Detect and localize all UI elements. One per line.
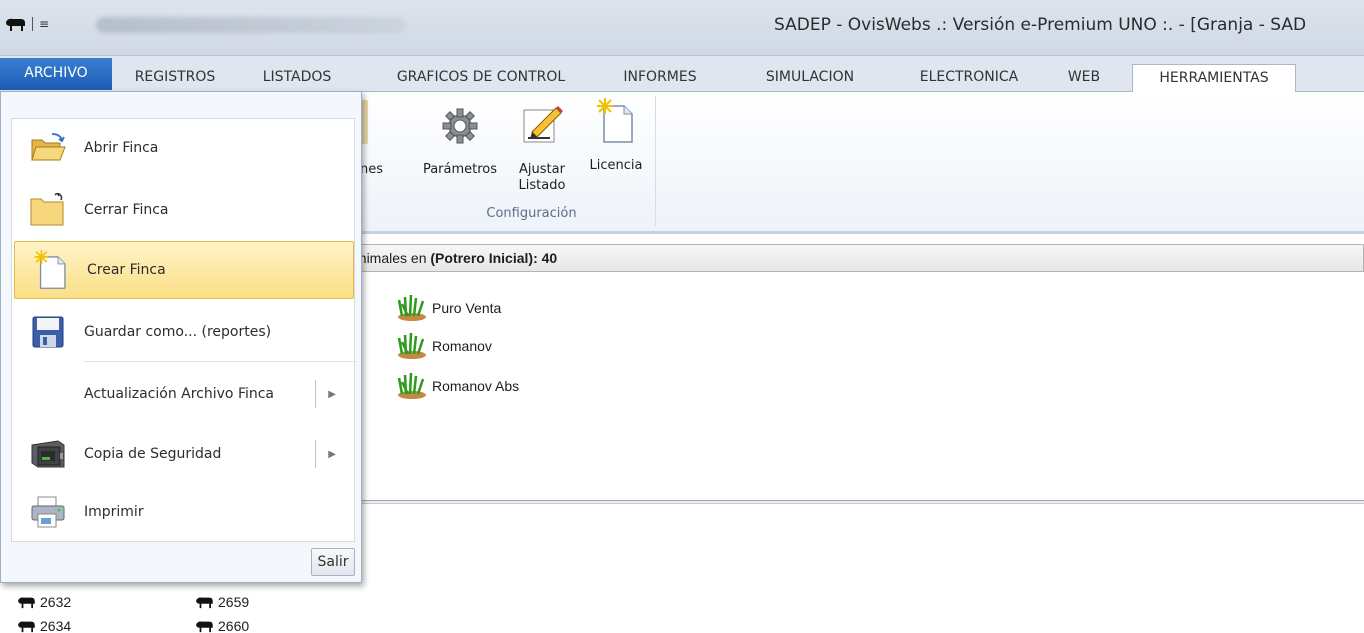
new-document-icon [15,250,87,290]
licencia-button[interactable]: Licencia [583,98,649,174]
grass-icon [397,294,426,321]
sheep-icon[interactable] [4,16,26,32]
pasture-item[interactable]: Romanov Abs [396,372,519,400]
animal-label: 2660 [218,618,250,633]
pasture-label: Romanov [432,338,492,354]
salir-button[interactable]: Salir [311,548,355,576]
animal-label: 2634 [40,618,72,633]
submenu-arrow[interactable]: ▶ [315,380,336,408]
ribbon-group-label: Configuración [486,206,577,221]
tab-herramientas[interactable]: HERRAMIENTAS [1132,64,1296,92]
licencia-label: Licencia [589,158,643,173]
pasture-label: Puro Venta [432,300,502,316]
archivo-menu-items: Abrir Finca Cerrar Finca Crear Finca Gua… [11,118,356,542]
sheep-icon [18,597,35,609]
menu-item-label: Imprimir [84,504,144,520]
grass-icon [397,372,426,399]
safe-icon [12,439,84,469]
tab-listados[interactable]: LISTADOS [244,64,350,92]
menu-item-copia-de-seguridad[interactable]: Copia de Seguridad ▶ [12,425,356,483]
tab-registros[interactable]: REGISTROS [122,64,228,92]
tab-simulacion[interactable]: SIMULACION [740,64,880,92]
open-folder-icon [12,132,84,164]
sheep-icon [18,621,35,633]
menu-item-crear-finca[interactable]: Crear Finca [14,241,354,299]
customize-toolbar-icon[interactable]: ≡ [39,17,49,31]
menu-item-guardar-como[interactable]: Guardar como... (reportes) [12,303,356,361]
parametros-label: Parámetros [422,162,498,177]
info-prefix: animales en [351,250,431,266]
title-bar: ≡ SADEP - OvisWebs .: Versión e-Premium … [0,0,1364,56]
blurred-path [96,17,406,33]
parametros-button[interactable]: Parámetros [419,102,501,178]
archivo-menu: Abrir Finca Cerrar Finca Crear Finca Gua… [0,91,362,583]
pencil-edit-icon [523,106,563,143]
tab-archivo[interactable]: ARCHIVO [0,58,112,90]
menu-item-cerrar-finca[interactable]: Cerrar Finca [12,181,356,239]
separator-icon [32,17,33,31]
menu-item-label: Crear Finca [87,262,166,278]
animal-item[interactable]: 2634 [16,618,71,633]
window-title: SADEP - OvisWebs .: Versión e-Premium UN… [774,15,1307,35]
menu-item-label: Copia de Seguridad [84,446,222,462]
chevron-right-icon: ▶ [328,388,336,400]
grass-icon [397,332,426,359]
ribbon-group-configuracion: Parámetros Ajustar Listado Licencia Conf… [407,96,656,226]
sheep-icon [196,621,213,633]
animal-label: 2632 [40,594,72,610]
pasture-item[interactable]: Puro Venta [396,294,501,322]
info-potrero-count: (Potrero Inicial): 40 [430,250,558,266]
animal-item[interactable]: 2632 [16,594,71,610]
printer-icon [12,496,84,528]
pasture-item[interactable]: Romanov [396,332,492,360]
split-divider [315,380,317,408]
submenu-arrow[interactable]: ▶ [315,440,336,468]
ajustar-listado-label: Ajustar Listado [518,162,566,193]
new-document-icon [597,98,633,143]
save-icon [12,316,84,348]
quick-access-toolbar: ≡ [4,16,49,32]
ribbon-tabs: ARCHIVO REGISTROS LISTADOS GRAFICOS DE C… [0,56,1364,92]
tab-informes[interactable]: INFORMES [600,64,720,92]
menu-separator [84,361,356,362]
animal-item[interactable]: 2659 [194,594,249,610]
menu-item-imprimir[interactable]: Imprimir [12,483,356,541]
tab-electronica[interactable]: ELECTRONICA [896,64,1042,92]
menu-item-label: Cerrar Finca [84,202,169,218]
animal-item[interactable]: 2660 [194,618,249,633]
tab-graficos-de-control[interactable]: GRAFICOS DE CONTROL [370,64,592,92]
sheep-icon [196,597,213,609]
menu-item-label: Guardar como... (reportes) [84,324,272,340]
folder-icon [12,193,84,227]
menu-item-label: Actualización Archivo Finca [84,386,275,402]
tab-web[interactable]: WEB [1052,64,1116,92]
chevron-right-icon: ▶ [328,448,336,460]
gear-icon [442,108,478,144]
split-divider [315,440,317,468]
menu-item-label: Abrir Finca [84,140,159,156]
menu-item-actualizacion-archivo-finca[interactable]: Actualización Archivo Finca ▶ [12,365,356,423]
ajustar-listado-button[interactable]: Ajustar Listado [505,102,579,194]
menu-item-abrir-finca[interactable]: Abrir Finca [12,119,356,177]
pasture-label: Romanov Abs [432,378,520,394]
animal-label: 2659 [218,594,250,610]
